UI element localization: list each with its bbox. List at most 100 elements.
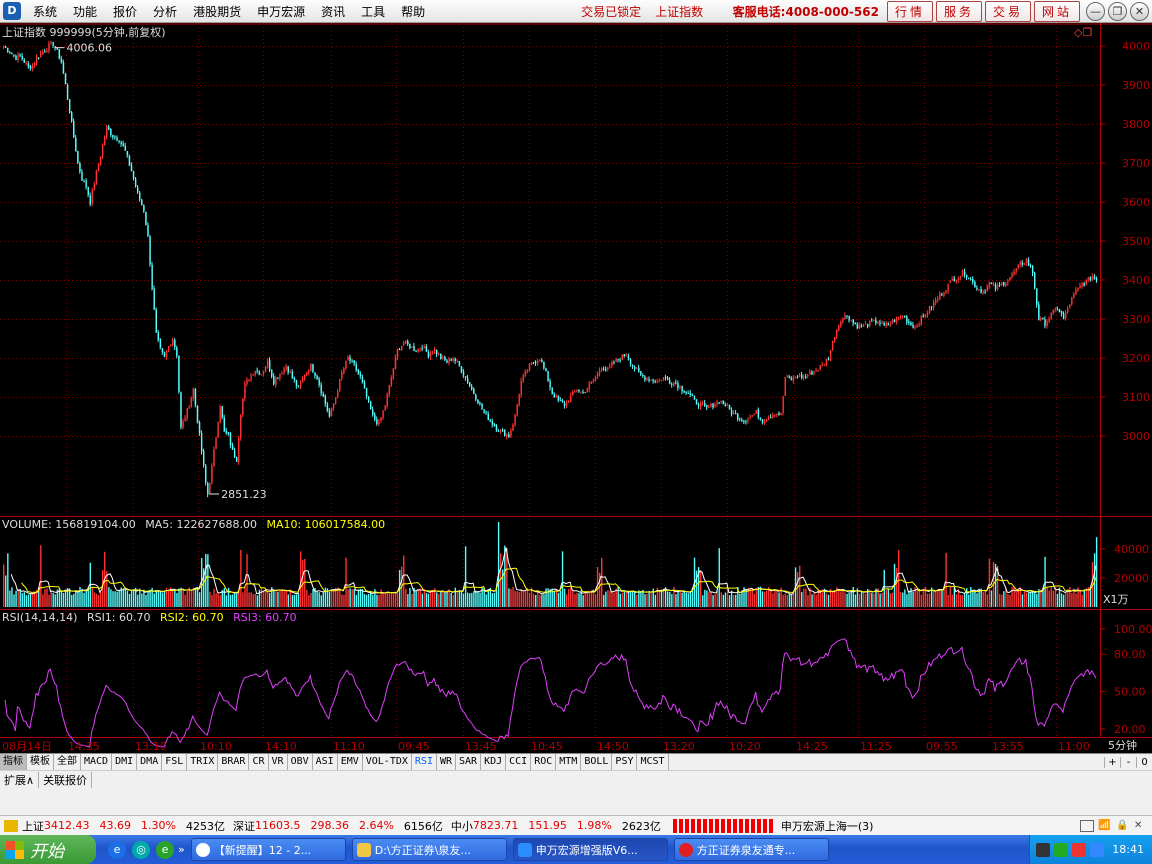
indicator-tab-all[interactable]: 全部 xyxy=(54,754,81,770)
candle-body xyxy=(555,396,558,398)
service-button[interactable]: 服务 xyxy=(935,0,982,22)
indicator-tab-kdj[interactable]: KDJ xyxy=(481,754,507,770)
price-tick-label: 3400 xyxy=(1122,274,1150,287)
volume-bar xyxy=(537,590,539,607)
volume-bar xyxy=(516,591,518,607)
task-founder[interactable]: 方正证券泉友通专... xyxy=(673,838,829,861)
tray-icon-1[interactable] xyxy=(1036,842,1051,857)
quicklaunch-more-icon[interactable]: » xyxy=(178,843,185,856)
candle-body xyxy=(281,373,283,375)
quicklaunch-icon-3[interactable]: e xyxy=(156,840,174,859)
task-swhy[interactable]: 申万宏源增强版V6... xyxy=(512,838,668,861)
current-symbol-notice[interactable]: 上证指数 xyxy=(655,3,703,20)
zoom-in-button[interactable]: + xyxy=(1104,756,1120,768)
close-icon[interactable]: ✕ xyxy=(1130,1,1149,21)
tray-icon-4[interactable] xyxy=(1090,842,1105,857)
menu-news[interactable]: 资讯 xyxy=(313,3,353,20)
menu-quote[interactable]: 报价 xyxy=(105,3,145,20)
indicator-tab-asi[interactable]: ASI xyxy=(313,754,338,770)
zoom-out-button[interactable]: - xyxy=(1120,756,1136,768)
candle-body xyxy=(425,346,428,352)
indicator-tab-vr[interactable]: VR xyxy=(269,754,288,770)
indicator-tab-sar[interactable]: SAR xyxy=(456,754,482,770)
quicklaunch-icon-2[interactable]: ◎ xyxy=(132,840,150,859)
volume-bar xyxy=(735,594,737,607)
tab-expand[interactable]: 扩展∧ xyxy=(0,771,40,788)
website-button[interactable]: 网站 xyxy=(1033,0,1080,22)
menu-function[interactable]: 功能 xyxy=(65,3,105,20)
volume-bar xyxy=(99,591,102,607)
lock-icon-2[interactable]: 🔒 xyxy=(1116,820,1130,832)
quote-button[interactable]: 行情 xyxy=(886,0,933,22)
indicator-tab-trix[interactable]: TRIX xyxy=(187,754,219,770)
zoom-icon[interactable]: ◇❐ xyxy=(1074,26,1092,39)
candle-body xyxy=(664,376,667,378)
indicator-tab-vol-tdx[interactable]: VOL-TDX xyxy=(363,754,412,770)
indicator-tab-indicator[interactable]: 指标 xyxy=(0,754,27,770)
minimize-icon[interactable]: — xyxy=(1086,1,1105,21)
volume-bar xyxy=(159,590,162,607)
kline-chart[interactable]: 上证指数 999999(5分钟,前复权) ◇❐ 4000 3900 3800 3700… xyxy=(0,23,1152,753)
volume-bar xyxy=(7,553,9,607)
candle-body xyxy=(363,382,366,389)
indicator-tab-cci[interactable]: CCI xyxy=(506,754,532,770)
candle-body xyxy=(35,56,38,63)
indicator-tab-psy[interactable]: PSY xyxy=(612,754,638,770)
menu-system[interactable]: 系统 xyxy=(25,3,65,20)
period-label[interactable]: 5分钟 xyxy=(1108,738,1137,752)
zoom-reset-button[interactable]: 0 xyxy=(1136,756,1152,768)
indicator-tab-brar[interactable]: BRAR xyxy=(218,754,250,770)
tab-related-quotes[interactable]: 关联报价 xyxy=(39,771,93,788)
candle-body xyxy=(883,323,885,326)
task-reminder[interactable]: 【新提醒】12 - 2... xyxy=(190,838,346,861)
lock-icon[interactable] xyxy=(4,819,18,832)
candle-body xyxy=(1087,277,1090,280)
menu-swhy[interactable]: 申万宏源 xyxy=(249,3,313,20)
indicator-tab-fsl[interactable]: FSL xyxy=(162,754,188,770)
time-tick-label: 11:00 xyxy=(1058,740,1090,753)
indicator-tab-rsi[interactable]: RSI xyxy=(412,754,437,770)
ie-icon[interactable]: e xyxy=(108,840,126,859)
indicator-tab-boll[interactable]: BOLL xyxy=(581,754,613,770)
indicator-tab-wr[interactable]: WR xyxy=(437,754,457,770)
app-icon[interactable]: D xyxy=(3,2,21,20)
tray-icon-3[interactable] xyxy=(1072,842,1087,857)
menu-hk-futures[interactable]: 港股期货 xyxy=(185,3,249,20)
indicator-tab-roc[interactable]: ROC xyxy=(531,754,557,770)
start-button[interactable]: 开始 xyxy=(0,835,96,864)
candle-body xyxy=(980,289,982,293)
indicator-tab-macd[interactable]: MACD xyxy=(81,754,113,770)
signal-icon[interactable]: 📶 xyxy=(1098,820,1112,832)
menu-analysis[interactable]: 分析 xyxy=(145,3,185,20)
window-icon[interactable] xyxy=(1080,819,1094,832)
candle-body xyxy=(961,270,964,277)
candle-body xyxy=(93,183,96,191)
candle-body xyxy=(609,365,611,367)
trade-locked-notice[interactable]: 交易已锁定 xyxy=(581,3,641,20)
menu-help[interactable]: 帮助 xyxy=(393,3,433,20)
tray-icon-2[interactable] xyxy=(1054,842,1069,857)
server-name[interactable]: 申万宏源上海一(3) xyxy=(781,818,874,834)
candle-body xyxy=(1071,297,1073,305)
indicator-tab-dmi[interactable]: DMI xyxy=(112,754,138,770)
indicator-tab-mtm[interactable]: MTM xyxy=(556,754,582,770)
indicator-tab-mcst[interactable]: MCST xyxy=(637,754,669,770)
indicator-tab-obv[interactable]: OBV xyxy=(288,754,313,770)
candle-body xyxy=(489,420,492,422)
volume-bar xyxy=(332,590,335,607)
task-folder[interactable]: D:\方正证券\泉友... xyxy=(351,838,507,861)
indicator-tab-dma[interactable]: DMA xyxy=(137,754,163,770)
close-small-icon[interactable]: ✕ xyxy=(1134,820,1148,832)
indicator-tab-emv[interactable]: EMV xyxy=(338,754,363,770)
volume-bar xyxy=(1044,556,1046,607)
volume-bar xyxy=(611,592,613,607)
indicator-tab-cr[interactable]: CR xyxy=(249,754,269,770)
candle-body xyxy=(900,315,902,317)
trade-button[interactable]: 交易 xyxy=(984,0,1031,22)
indicator-tab-template[interactable]: 模板 xyxy=(27,754,54,770)
menu-tools[interactable]: 工具 xyxy=(353,3,393,20)
candle-body xyxy=(803,376,805,379)
candle-body xyxy=(801,374,803,379)
restore-icon[interactable]: ❐ xyxy=(1108,1,1127,21)
candle-body xyxy=(87,186,89,196)
